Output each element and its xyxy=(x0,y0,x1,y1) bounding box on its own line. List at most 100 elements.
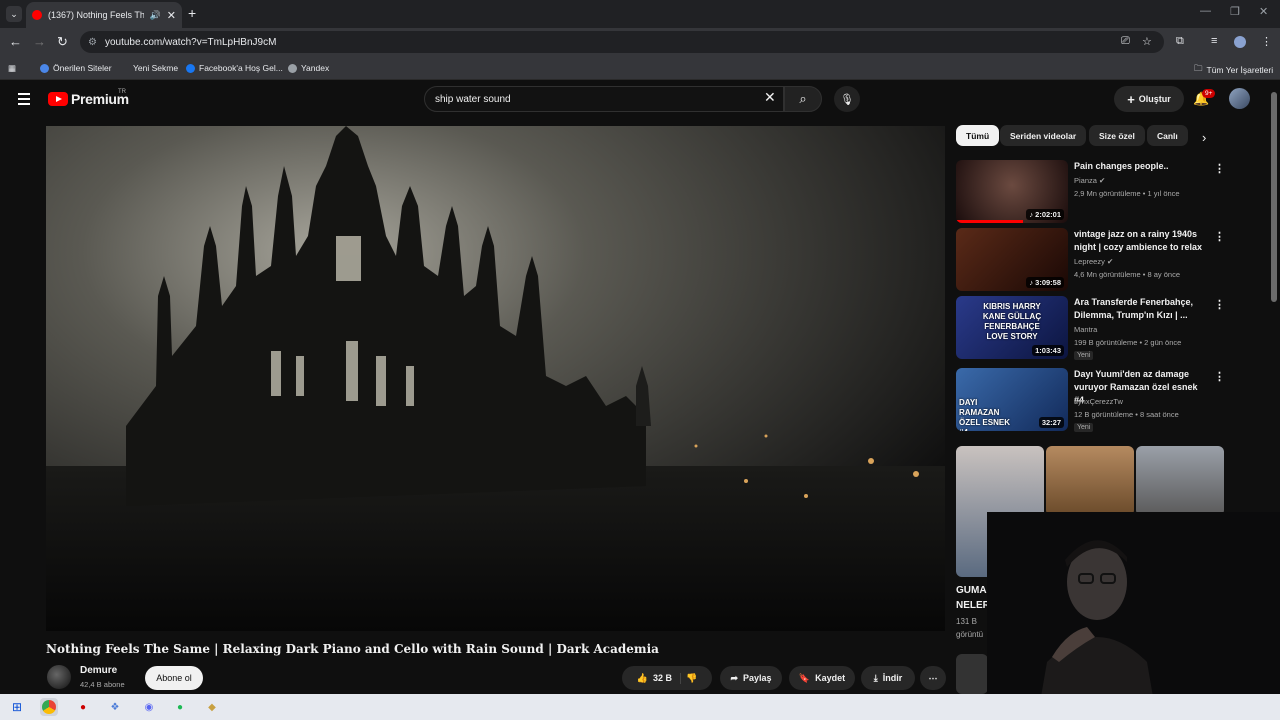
forward-icon[interactable]: → xyxy=(33,34,46,49)
bookmark-yeni-sekme[interactable]: Yeni Sekme xyxy=(133,63,178,73)
video-title: Nothing Feels The Same | Relaxing Dark P… xyxy=(46,642,659,656)
chevron-right-icon[interactable]: › xyxy=(1202,130,1206,145)
cast-icon[interactable]: ⎚ xyxy=(1121,35,1130,48)
channel-avatar[interactable] xyxy=(47,665,71,689)
app-icon[interactable]: ● xyxy=(74,698,92,716)
minimize-icon[interactable]: — xyxy=(1200,5,1211,17)
chip-for-you[interactable]: Size özel xyxy=(1089,125,1145,146)
create-button[interactable]: + Oluştur xyxy=(1114,86,1184,112)
duration-badge: 32:27 xyxy=(1038,417,1064,428)
notification-badge: 9+ xyxy=(1202,89,1216,98)
download-button[interactable]: ⤓ İndir xyxy=(861,666,915,690)
more-actions-button[interactable]: ⋯ xyxy=(920,666,946,690)
speaker-icon[interactable]: 🔊 xyxy=(150,10,161,21)
browser-tab-strip: ⌄ (1367) Nothing Feels The S 🔊 ✕ + — ❐ ✕ xyxy=(0,0,1280,28)
webcam-person xyxy=(1037,540,1157,720)
thumbnail-caption: KIBRIS HARRY KANE GÜLLAÇ FENERBAHÇE LOVE… xyxy=(982,302,1042,341)
site-info-icon[interactable]: ⚙ xyxy=(88,37,97,48)
bookmark-yandex[interactable]: Yandex xyxy=(288,63,329,73)
chip-all[interactable]: Tümü xyxy=(956,125,1000,146)
folder-icon: 🗀 xyxy=(1194,63,1203,73)
recommendation-item[interactable]: DAYI RAMAZAN ÖZEL ESNEK #4 32:27 Dayı Yu… xyxy=(956,368,1225,432)
watch-progress-bar xyxy=(956,220,1024,223)
tab-title: (1367) Nothing Feels The S xyxy=(48,10,144,20)
youtube-logo[interactable]: Premium TR xyxy=(48,89,129,107)
bookmark-icon: 🔖 xyxy=(798,672,811,683)
app-icon[interactable]: ❖ xyxy=(106,698,124,716)
close-tab-icon[interactable]: ✕ xyxy=(167,9,176,22)
share-button[interactable]: ➦ Paylaş xyxy=(720,666,782,690)
thumbs-down-icon[interactable]: 👎 xyxy=(686,673,697,684)
scrollbar[interactable] xyxy=(1271,92,1277,302)
spotify-icon[interactable]: ● xyxy=(171,698,189,716)
recommendation-channel[interactable]: Lepreezy ✔ xyxy=(1074,257,1113,266)
profile-icon[interactable] xyxy=(1234,36,1246,48)
bookmark-star-icon[interactable]: ☆ xyxy=(1142,35,1152,48)
browser-tab[interactable]: (1367) Nothing Feels The S 🔊 ✕ xyxy=(26,2,182,28)
chip-live[interactable]: Canlı xyxy=(1147,125,1188,146)
video-thumbnail[interactable]: DAYI RAMAZAN ÖZEL ESNEK #4 32:27 xyxy=(956,368,1068,431)
restore-icon[interactable]: ❐ xyxy=(1230,5,1240,18)
recommendation-channel[interactable]: LynxÇerezzTw xyxy=(1074,397,1123,406)
video-thumbnail[interactable]: ♪ 3:09:58 xyxy=(956,228,1068,291)
like-dislike-group: 👍 32 B 👎 xyxy=(622,666,712,690)
chrome-icon[interactable] xyxy=(40,698,58,716)
more-vert-icon[interactable]: ⋮ xyxy=(1214,230,1225,243)
short-thumbnail[interactable] xyxy=(956,654,988,694)
search-button[interactable]: ⌕ xyxy=(784,86,822,112)
short-thumbnail[interactable] xyxy=(1136,446,1224,516)
menu-kebab-icon[interactable]: ⋮ xyxy=(1261,35,1272,48)
more-vert-icon[interactable]: ⋮ xyxy=(1214,370,1225,383)
recommendation-item[interactable]: ♪ 2:02:01 Pain changes people.. Pianza ✔… xyxy=(956,160,1225,224)
more-vert-icon[interactable]: ⋮ xyxy=(1214,162,1225,175)
recommendation-item[interactable]: KIBRIS HARRY KANE GÜLLAÇ FENERBAHÇE LOVE… xyxy=(956,296,1225,360)
more-vert-icon[interactable]: ⋮ xyxy=(1214,298,1225,311)
discord-icon[interactable]: ◉ xyxy=(140,698,158,716)
subscribe-button[interactable]: Abone ol xyxy=(145,666,203,690)
back-icon[interactable]: ← xyxy=(9,34,22,49)
recommendation-channel[interactable]: Mantra xyxy=(1074,325,1097,334)
reload-icon[interactable]: ↻ xyxy=(57,34,68,50)
toolbar: ← → ↻ ⚙ youtube.com/watch?v=TmLpHBnJ9cM … xyxy=(0,28,1280,56)
save-button[interactable]: 🔖 Kaydet xyxy=(789,666,855,690)
recommendation-title[interactable]: Pain changes people.. xyxy=(1074,160,1208,173)
recommendation-meta: 199 B görüntüleme • 2 gün önce xyxy=(1074,338,1182,347)
video-frame-cathedral xyxy=(46,126,945,631)
recommendation-channel[interactable]: Pianza ✔ xyxy=(1074,176,1105,185)
verified-icon: ✔ xyxy=(1099,176,1106,185)
clear-search-icon[interactable]: ✕ xyxy=(764,89,776,106)
webcam-overlay xyxy=(987,512,1280,720)
voice-search-button[interactable]: 🎙 xyxy=(834,86,860,112)
account-avatar[interactable] xyxy=(1229,88,1250,109)
chip-series[interactable]: Seriden videolar xyxy=(1000,125,1087,146)
recommendation-title[interactable]: Ara Transferde Fenerbahçe, Dilemma, Trum… xyxy=(1074,296,1208,322)
tab-search-button[interactable]: ⌄ xyxy=(6,6,22,22)
country-code: TR xyxy=(118,89,126,95)
like-button[interactable]: 👍 32 B xyxy=(637,672,681,684)
hamburger-menu-icon[interactable] xyxy=(18,93,30,108)
channel-name[interactable]: Demure xyxy=(80,665,117,676)
extensions-icon[interactable]: ⧉ xyxy=(1176,35,1184,48)
short-title[interactable]: GUMA NELER xyxy=(956,583,990,613)
league-icon[interactable]: ◆ xyxy=(203,698,221,716)
bookmark-facebook[interactable]: Facebook'a Hoş Gel... xyxy=(186,63,283,73)
facebook-icon xyxy=(186,63,195,73)
bookmark-onerilen[interactable]: Önerilen Siteler xyxy=(40,63,112,73)
address-bar[interactable]: ⚙ youtube.com/watch?v=TmLpHBnJ9cM xyxy=(80,31,1164,53)
search-input[interactable]: ship water sound xyxy=(424,86,784,112)
all-bookmarks[interactable]: 🗀 Tüm Yer İşaretleri xyxy=(1194,63,1273,77)
video-thumbnail[interactable]: ♪ 2:02:01 xyxy=(956,160,1068,223)
short-meta: 131 B görüntü xyxy=(956,617,984,639)
video-player[interactable] xyxy=(46,126,945,631)
recommendation-title[interactable]: vintage jazz on a rainy 1940s night | co… xyxy=(1074,228,1208,254)
media-icon[interactable]: ≡ xyxy=(1211,35,1217,47)
new-tab-button[interactable]: + xyxy=(188,5,196,21)
short-thumbnail[interactable] xyxy=(1046,446,1134,516)
recommendation-item[interactable]: ♪ 3:09:58 vintage jazz on a rainy 1940s … xyxy=(956,228,1225,292)
windows-start-icon[interactable]: ⊞ xyxy=(8,698,26,716)
thumbnail-caption: DAYI RAMAZAN ÖZEL ESNEK #4 xyxy=(959,398,1010,431)
recommendation-meta: 12 B görüntüleme • 8 saat önce xyxy=(1074,410,1179,419)
video-thumbnail[interactable]: KIBRIS HARRY KANE GÜLLAÇ FENERBAHÇE LOVE… xyxy=(956,296,1068,359)
apps-grid-icon[interactable]: ▦ xyxy=(8,63,16,74)
close-window-icon[interactable]: ✕ xyxy=(1259,5,1268,18)
